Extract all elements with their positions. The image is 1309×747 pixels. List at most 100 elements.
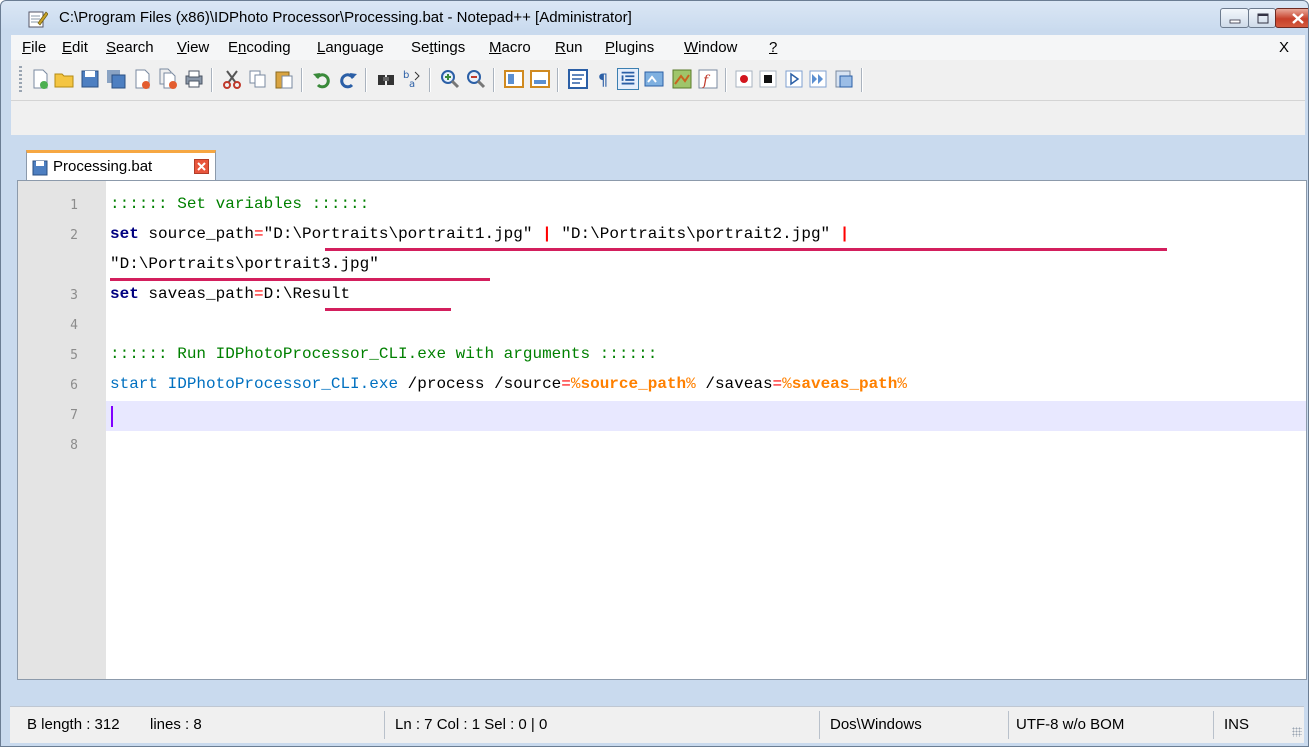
variable-name: saveas_path	[138, 285, 255, 303]
new-file-icon[interactable]	[29, 68, 51, 90]
code-line-2: set source_path="D:\Portraits\portrait1.…	[110, 225, 849, 243]
toolbar-separator	[557, 68, 559, 92]
code-line-6: start IDPhotoProcessor_CLI.exe /process …	[110, 375, 907, 393]
open-file-icon[interactable]	[53, 68, 75, 90]
line-number: 1	[70, 198, 78, 213]
saved-file-icon	[32, 160, 48, 176]
resize-grip[interactable]	[1292, 727, 1302, 737]
stop-record-icon[interactable]	[757, 68, 779, 90]
string-value: "D:\Portraits\portrait2.jpg"	[561, 225, 831, 243]
status-separator	[1213, 711, 1214, 739]
string-value: "D:\Portraits\portrait1.jpg"	[263, 225, 533, 243]
command-start: start IDPhotoProcessor_CLI.exe	[110, 375, 399, 393]
status-insert-mode[interactable]: INS	[1224, 716, 1249, 733]
word-wrap-icon[interactable]	[567, 68, 589, 90]
menu-edit-rest: dit	[72, 39, 88, 56]
menu-run[interactable]: Run	[555, 39, 583, 56]
cut-icon[interactable]	[221, 68, 243, 90]
status-length: B length : 312	[27, 716, 120, 733]
line-number: 7	[70, 408, 78, 423]
menu-language[interactable]: Language	[317, 39, 384, 56]
record-macro-icon[interactable]	[733, 68, 755, 90]
menu-search-key: S	[106, 39, 117, 56]
menu-view[interactable]: View	[177, 39, 209, 56]
status-eol[interactable]: Dos\Windows	[830, 716, 922, 733]
playback-macro-icon[interactable]	[783, 68, 805, 90]
document-map-icon[interactable]	[671, 68, 693, 90]
menu-file-rest: ile	[31, 39, 47, 56]
menu-bar: File Edit Search View Encoding Language …	[11, 35, 1305, 60]
menu-file[interactable]: File	[22, 39, 46, 56]
user-defined-language-icon[interactable]	[643, 68, 665, 90]
text-caret	[111, 406, 113, 427]
svg-text:a: a	[409, 79, 415, 90]
menu-file-key: F	[22, 39, 32, 56]
run-macro-multiple-icon[interactable]	[807, 68, 829, 90]
pipe-operator: |	[839, 225, 850, 243]
menu-plugins-rest: lugins	[615, 39, 655, 56]
menu-run-key: R	[555, 39, 566, 56]
sync-horizontal-icon[interactable]	[529, 68, 551, 90]
redo-icon[interactable]	[337, 68, 359, 90]
argument-text: /process /source	[398, 375, 562, 393]
tab-close-button[interactable]	[194, 159, 209, 174]
menu-window[interactable]: Window	[684, 39, 737, 56]
menu-settings-pre: Se	[411, 39, 430, 56]
menu-encoding[interactable]: Encoding	[228, 39, 291, 56]
window-title: C:\Program Files (x86)\IDPhoto Processor…	[59, 9, 632, 26]
indent-guide-icon[interactable]	[617, 68, 639, 90]
menu-search-rest: earch	[116, 39, 154, 56]
line-number: 8	[70, 438, 78, 453]
annotation-underline	[325, 248, 1167, 251]
menu-close-document[interactable]: X	[1279, 39, 1289, 56]
find-icon[interactable]	[375, 68, 397, 90]
menu-encoding-pre: E	[228, 39, 239, 56]
menu-settings[interactable]: Settings	[411, 39, 465, 56]
current-line-highlight	[106, 401, 1306, 431]
tab-processing-bat[interactable]: Processing.bat	[26, 150, 216, 180]
menu-plugins[interactable]: Plugins	[605, 39, 654, 56]
code-line-2-wrapped: "D:\Portraits\portrait3.jpg"	[110, 255, 379, 273]
zoom-in-icon[interactable]	[439, 68, 461, 90]
copy-icon[interactable]	[247, 68, 269, 90]
save-icon[interactable]	[79, 68, 101, 90]
percent-sign: %	[570, 375, 581, 393]
save-all-icon[interactable]	[105, 68, 127, 90]
toolbar-grip[interactable]	[19, 66, 22, 92]
print-icon[interactable]	[183, 68, 205, 90]
title-bar[interactable]: C:\Program Files (x86)\IDPhoto Processor…	[1, 1, 1308, 35]
menu-help[interactable]: ?	[769, 39, 777, 56]
variable-reference: saveas_path	[791, 375, 898, 393]
minimize-button[interactable]	[1220, 8, 1249, 28]
save-macro-icon[interactable]	[833, 68, 855, 90]
toolbar-separator	[301, 68, 303, 92]
menu-search[interactable]: Search	[106, 39, 154, 56]
show-all-chars-icon[interactable]: ¶	[593, 68, 615, 90]
sync-vertical-icon[interactable]	[503, 68, 525, 90]
status-encoding[interactable]: UTF-8 w/o BOM	[1016, 716, 1124, 733]
zoom-out-icon[interactable]	[465, 68, 487, 90]
close-window-button[interactable]	[1275, 8, 1308, 28]
code-line-5: :::::: Run IDPhotoProcessor_CLI.exe with…	[110, 345, 658, 363]
code-line-3: set saveas_path=D:\Result	[110, 285, 350, 303]
menu-view-key: V	[177, 39, 187, 56]
undo-icon[interactable]	[311, 68, 333, 90]
menu-macro-rest: acro	[501, 39, 531, 56]
line-number: 2	[70, 228, 78, 243]
status-separator	[1008, 711, 1009, 739]
menu-macro[interactable]: Macro	[489, 39, 531, 56]
code-editor[interactable]: 1 2 3 4 5 6 7 8 :::::: Set variables :::…	[17, 180, 1307, 680]
function-list-icon[interactable]: f	[697, 68, 719, 90]
replace-icon[interactable]: ba	[401, 68, 423, 90]
menu-encoding-rest: coding	[246, 39, 291, 56]
maximize-button[interactable]	[1248, 8, 1276, 28]
toolbar-separator	[211, 68, 213, 92]
maximize-icon	[1257, 13, 1269, 24]
tab-label: Processing.bat	[53, 158, 153, 175]
menu-macro-key: M	[489, 39, 502, 56]
paste-icon[interactable]	[273, 68, 295, 90]
close-all-icon[interactable]	[157, 68, 179, 90]
close-file-icon[interactable]	[131, 68, 153, 90]
menu-edit[interactable]: Edit	[62, 39, 88, 56]
